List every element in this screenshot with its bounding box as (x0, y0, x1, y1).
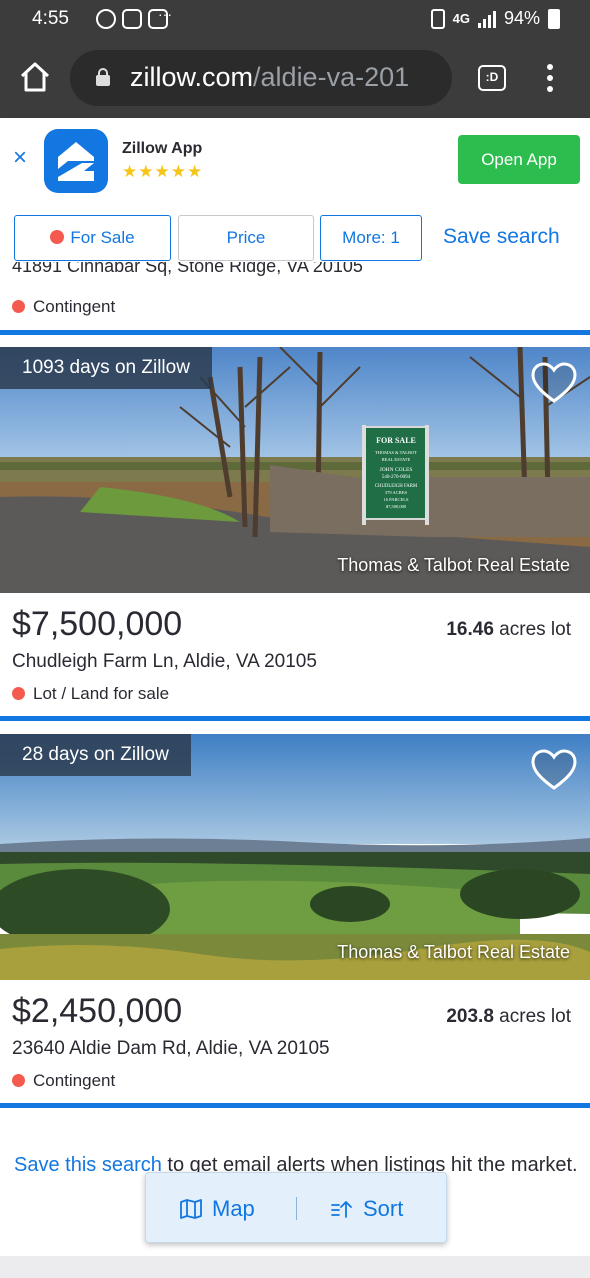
filter-bar: For Sale Price More: 1 Save search (0, 204, 590, 262)
listing-photo[interactable]: 28 days on Zillow Thomas & Talbot Real E… (0, 734, 590, 980)
sign-line-6: CHUDLEIGH FARM (375, 484, 418, 489)
play-notification-icon (96, 9, 116, 29)
status-right: 4G 94% (430, 8, 560, 29)
lot-size: 16.46 acres lot (446, 619, 571, 640)
save-search-link[interactable]: Save search (443, 225, 560, 249)
sign-line-3: REAL ESTATE (382, 457, 411, 462)
status-dot-icon (12, 687, 25, 700)
listing-credit: Thomas & Talbot Real Estate (337, 555, 570, 575)
status-time: 4:55 (32, 8, 69, 29)
lot-size: 203.8 acres lot (446, 1006, 571, 1027)
listing-address: Chudleigh Farm Ln, Aldie, VA 20105 (12, 651, 317, 672)
more-filter-button[interactable]: More: 1 (320, 215, 422, 261)
heart-icon[interactable] (530, 361, 578, 405)
card-separator (0, 330, 590, 335)
listing-card[interactable]: 28 days on Zillow Thomas & Talbot Real E… (0, 734, 590, 1106)
sort-button[interactable]: Sort (297, 1173, 447, 1244)
heart-icon[interactable] (530, 748, 578, 792)
sign-line-4: JOHN COLES (380, 467, 413, 473)
tab-switcher-button[interactable]: :D (478, 65, 506, 91)
map-icon (180, 1199, 202, 1219)
for-sale-dot-icon (50, 230, 65, 244)
browser-toolbar: zillow.com/aldie-va-201 :D (0, 38, 590, 118)
address-bar[interactable]: zillow.com/aldie-va-201 (70, 50, 452, 106)
home-icon[interactable] (18, 60, 52, 94)
listing-address: 41891 Cinnabar Sq, Stone Ridge, VA 20105 (12, 262, 363, 276)
listing-status: Contingent (12, 1071, 115, 1091)
price-filter-button[interactable]: Price (178, 215, 314, 261)
sign-line-7: 379 ACRES (385, 490, 408, 495)
save-this-search-link[interactable]: Save this search (14, 1154, 162, 1176)
listing-credit: Thomas & Talbot Real Estate (337, 942, 570, 962)
message-notification-icon (122, 9, 142, 29)
card-separator (0, 716, 590, 721)
sign-line-5: 540-270-0094 (382, 475, 411, 480)
card-separator (0, 1103, 590, 1108)
map-button[interactable]: Map (146, 1173, 296, 1244)
listing-price: $2,450,000 (12, 992, 183, 1030)
network-type: 4G (452, 11, 470, 26)
for-sale-filter-button[interactable]: For Sale (14, 215, 171, 261)
sign-line-8: 16 PARCELS (384, 497, 409, 502)
map-sort-toolbar: Map Sort (145, 1172, 447, 1243)
open-app-button[interactable]: Open App (458, 135, 580, 184)
status-bar: 4:55 ··· 4G 94% (0, 0, 590, 38)
listing-status: Contingent (12, 297, 115, 317)
listing-card[interactable]: FOR SALE THOMAS & TALBOT REAL ESTATE JOH… (0, 347, 590, 719)
page-bottom (0, 1256, 590, 1278)
lock-icon (96, 68, 110, 86)
close-icon[interactable]: × (13, 146, 27, 170)
status-dot-icon (12, 300, 25, 313)
signal-icon (477, 10, 496, 28)
url-text: zillow.com/aldie-va-201 (130, 62, 410, 92)
listing-address: 23640 Aldie Dam Rd, Aldie, VA 20105 (12, 1038, 330, 1059)
listing-price: $7,500,000 (12, 605, 183, 643)
overflow-menu-icon[interactable] (540, 64, 560, 94)
status-dot-icon (12, 1074, 25, 1087)
rating-stars: ★★★★★ (122, 162, 204, 181)
more-notifications-icon: ··· (158, 6, 172, 22)
listing-card-partial[interactable]: 41891 Cinnabar Sq, Stone Ridge, VA 20105… (0, 262, 590, 330)
days-on-zillow-badge: 1093 days on Zillow (0, 347, 212, 389)
battery-icon (548, 8, 560, 29)
zillow-logo (44, 129, 108, 193)
battery-percent: 94% (503, 8, 540, 28)
sign-line-2: THOMAS & TALBOT (375, 450, 417, 455)
sort-icon (331, 1201, 352, 1218)
vibrate-icon (430, 8, 445, 29)
days-on-zillow-badge: 28 days on Zillow (0, 734, 191, 776)
sign-line-1: FOR SALE (376, 436, 416, 445)
app-name: Zillow App (122, 140, 203, 157)
listing-status: Lot / Land for sale (12, 684, 169, 704)
app-install-banner: × Zillow App ★★★★★ Open App (0, 118, 590, 204)
listing-photo[interactable]: FOR SALE THOMAS & TALBOT REAL ESTATE JOH… (0, 347, 590, 593)
